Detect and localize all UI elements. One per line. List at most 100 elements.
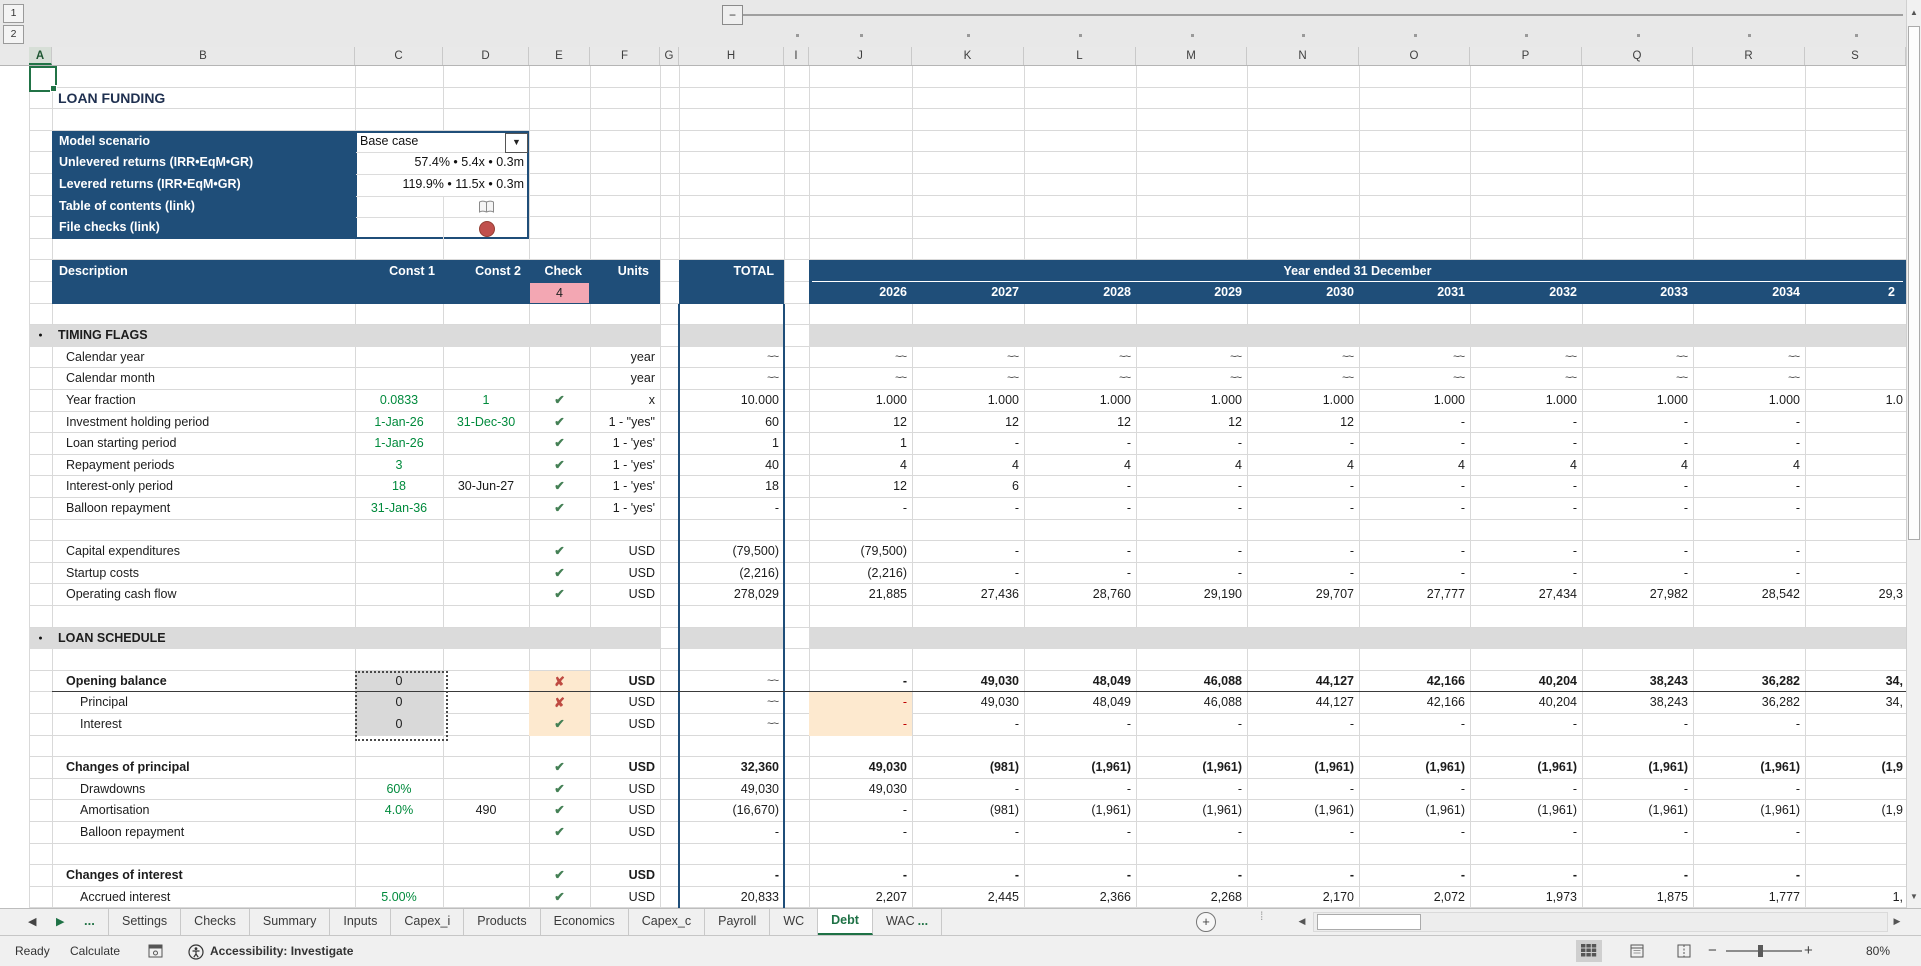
- cell-Q24[interactable]: -: [1582, 563, 1693, 585]
- hscroll-left-icon[interactable]: ◀: [1293, 913, 1311, 931]
- cell-E19[interactable]: ✔: [529, 455, 590, 477]
- cell-N21[interactable]: -: [1247, 498, 1359, 520]
- macro-record-icon[interactable]: [148, 944, 163, 958]
- cell-L34[interactable]: -: [1024, 779, 1136, 801]
- cell-S35[interactable]: (1,9: [1805, 800, 1906, 822]
- cell-N14[interactable]: ~~: [1247, 347, 1359, 369]
- cell-P18[interactable]: -: [1470, 433, 1582, 455]
- cell-K31[interactable]: -: [912, 714, 1024, 736]
- cell-H13[interactable]: [679, 325, 784, 347]
- cell-C34[interactable]: 60%: [355, 779, 443, 801]
- cell-B27[interactable]: LOAN SCHEDULE: [52, 628, 355, 650]
- cell-L25[interactable]: 28,760: [1024, 584, 1136, 606]
- cell-S39[interactable]: 1,: [1805, 887, 1906, 908]
- cell-J23[interactable]: (79,500): [809, 541, 912, 563]
- cell-L14[interactable]: ~~: [1024, 347, 1136, 369]
- cell-J33[interactable]: 49,030: [809, 757, 912, 779]
- zoom-level[interactable]: 80%: [1844, 936, 1890, 966]
- cell-R38[interactable]: -: [1693, 865, 1805, 887]
- cell-H30[interactable]: ~~: [679, 692, 784, 714]
- cell-P23[interactable]: -: [1470, 541, 1582, 563]
- cell-M38[interactable]: -: [1136, 865, 1247, 887]
- cell-K34[interactable]: -: [912, 779, 1024, 801]
- cell-N31[interactable]: -: [1247, 714, 1359, 736]
- cell-E34[interactable]: ✔: [529, 779, 590, 801]
- add-sheet-button[interactable]: +: [1196, 912, 1216, 932]
- cell-K39[interactable]: 2,445: [912, 887, 1024, 908]
- column-header-O[interactable]: O: [1359, 47, 1470, 65]
- sheet-tab-Economics[interactable]: Economics: [541, 909, 629, 935]
- column-header-G[interactable]: G: [660, 47, 679, 65]
- cell-M18[interactable]: -: [1136, 433, 1247, 455]
- cell-B23[interactable]: Capital expenditures: [52, 541, 355, 563]
- cell-Q34[interactable]: -: [1582, 779, 1693, 801]
- chevron-down-icon[interactable]: ▼: [505, 132, 528, 153]
- cell-J24[interactable]: (2,216): [809, 563, 912, 585]
- cell-L16[interactable]: 1.000: [1024, 390, 1136, 412]
- cell-F17[interactable]: 1 - "yes": [590, 412, 660, 434]
- sheet-tab-Payroll[interactable]: Payroll: [705, 909, 771, 935]
- cell-F25[interactable]: USD: [590, 584, 660, 606]
- cell-M39[interactable]: 2,268: [1136, 887, 1247, 908]
- cell-N24[interactable]: -: [1247, 563, 1359, 585]
- column-header-K[interactable]: K: [912, 47, 1024, 65]
- cell-S33[interactable]: (1,9: [1805, 757, 1906, 779]
- cell-O38[interactable]: -: [1359, 865, 1470, 887]
- cell-R39[interactable]: 1,777: [1693, 887, 1805, 908]
- column-group-collapse-button[interactable]: −: [722, 5, 743, 25]
- cell-J29[interactable]: -: [809, 671, 912, 693]
- cell-D16[interactable]: 1: [443, 390, 529, 412]
- cell-B31[interactable]: Interest: [52, 714, 355, 736]
- cell-B33[interactable]: Changes of principal: [52, 757, 355, 779]
- cell-N39[interactable]: 2,170: [1247, 887, 1359, 908]
- cell-N17[interactable]: 12: [1247, 412, 1359, 434]
- column-header-B[interactable]: B: [52, 47, 355, 65]
- cell-C18[interactable]: 1-Jan-26: [355, 433, 443, 455]
- cell-H21[interactable]: -: [679, 498, 784, 520]
- cell-F31[interactable]: USD: [590, 714, 660, 736]
- cell-L30[interactable]: 48,049: [1024, 692, 1136, 714]
- cell-P15[interactable]: ~~: [1470, 368, 1582, 390]
- cell-K19[interactable]: 4: [912, 455, 1024, 477]
- cell-E20[interactable]: ✔: [529, 476, 590, 498]
- cell-Q33[interactable]: (1,961): [1582, 757, 1693, 779]
- cell-M20[interactable]: -: [1136, 476, 1247, 498]
- cell-K14[interactable]: ~~: [912, 347, 1024, 369]
- cell-K17[interactable]: 12: [912, 412, 1024, 434]
- cell-N30[interactable]: 44,127: [1247, 692, 1359, 714]
- cell-J31[interactable]: -: [809, 714, 912, 736]
- cell-P31[interactable]: -: [1470, 714, 1582, 736]
- sheet-tab-Settings[interactable]: Settings: [108, 909, 182, 935]
- scroll-up-icon[interactable]: ▲: [1907, 4, 1921, 22]
- cell-O34[interactable]: -: [1359, 779, 1470, 801]
- cell-Q39[interactable]: 1,875: [1582, 887, 1693, 908]
- cell-N18[interactable]: -: [1247, 433, 1359, 455]
- cell-F24[interactable]: USD: [590, 563, 660, 585]
- cell-R24[interactable]: -: [1693, 563, 1805, 585]
- cell-R34[interactable]: -: [1693, 779, 1805, 801]
- cell-F35[interactable]: USD: [590, 800, 660, 822]
- cell-H23[interactable]: (79,500): [679, 541, 784, 563]
- cell-M29[interactable]: 46,088: [1136, 671, 1247, 693]
- cell-O19[interactable]: 4: [1359, 455, 1470, 477]
- cell-B20[interactable]: Interest-only period: [52, 476, 355, 498]
- column-header-C[interactable]: C: [355, 47, 443, 65]
- cell-J19[interactable]: 4: [809, 455, 912, 477]
- cell-E17[interactable]: ✔: [529, 412, 590, 434]
- cell-B25[interactable]: Operating cash flow: [52, 584, 355, 606]
- cell-K23[interactable]: -: [912, 541, 1024, 563]
- outline-level-2-button[interactable]: 2: [3, 25, 24, 44]
- cell-L24[interactable]: -: [1024, 563, 1136, 585]
- cell-J36[interactable]: -: [809, 822, 912, 844]
- cell-P33[interactable]: (1,961): [1470, 757, 1582, 779]
- vertical-scrollbar-thumb[interactable]: [1908, 26, 1920, 540]
- cell-E35[interactable]: ✔: [529, 800, 590, 822]
- cell-K25[interactable]: 27,436: [912, 584, 1024, 606]
- cell-C35[interactable]: 4.0%: [355, 800, 443, 822]
- cell-Q35[interactable]: (1,961): [1582, 800, 1693, 822]
- cell-K33[interactable]: (981): [912, 757, 1024, 779]
- zoom-slider-thumb[interactable]: [1758, 945, 1763, 957]
- cell-R21[interactable]: -: [1693, 498, 1805, 520]
- cell-S30[interactable]: 34,: [1805, 692, 1906, 714]
- cell-P29[interactable]: 40,204: [1470, 671, 1582, 693]
